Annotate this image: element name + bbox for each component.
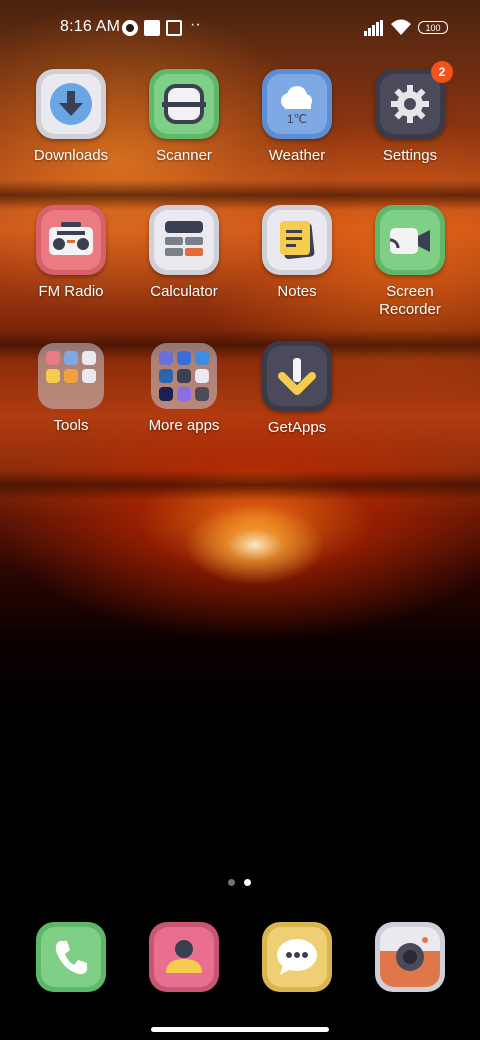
app-label: Notes [277, 283, 317, 300]
getapps-icon [262, 341, 332, 411]
notification-square-icon [144, 20, 160, 36]
page-indicator [228, 879, 258, 887]
dock-phone[interactable] [36, 922, 106, 992]
clock: 8:16 AM [60, 18, 121, 35]
dock-contacts[interactable] [149, 922, 219, 992]
app-label: Weather [268, 147, 326, 164]
app-label: Settings [382, 147, 438, 164]
app-label: FM Radio [38, 283, 104, 300]
app-notes[interactable]: Notes [241, 205, 353, 301]
calculator-icon [149, 205, 219, 275]
page-dot[interactable] [228, 879, 235, 886]
app-label: GetApps [267, 419, 327, 436]
app-getapps[interactable]: GetApps [241, 341, 353, 437]
download-icon [36, 69, 106, 139]
video-camera-icon [375, 205, 445, 275]
app-folder-tools[interactable]: Tools [15, 341, 127, 435]
app-label-line2: Recorder [379, 301, 441, 318]
battery-level: 100 [425, 23, 441, 33]
contacts-icon [149, 922, 219, 992]
app-label: Scanner [156, 147, 212, 164]
gear-icon: 2 [375, 61, 453, 139]
app-label: More apps [148, 417, 220, 434]
app-downloads[interactable]: Downloads [15, 69, 127, 165]
more-dots-icon: ·· [190, 16, 201, 33]
app-weather[interactable]: 1℃ Weather [241, 69, 353, 165]
messages-icon [262, 922, 332, 992]
phone-icon [36, 922, 106, 992]
folder-icon [38, 343, 104, 409]
page-dot-active[interactable] [244, 879, 251, 886]
signal-icon [364, 20, 386, 36]
weather-icon: 1℃ [262, 69, 332, 139]
weather-temp: 1℃ [286, 112, 308, 126]
app-settings[interactable]: 2 Settings [354, 61, 466, 165]
scanner-icon [149, 69, 219, 139]
notes-icon [262, 205, 332, 275]
wallpaper-cloud [0, 470, 480, 500]
app-label: Tools [53, 417, 89, 434]
folder-icon [151, 343, 217, 409]
notification-badge: 2 [431, 61, 453, 83]
app-fm-radio[interactable]: FM Radio [15, 205, 127, 301]
app-label: Downloads [33, 147, 109, 164]
radio-icon [36, 205, 106, 275]
app-calculator[interactable]: Calculator [128, 205, 240, 301]
app-label: Calculator [150, 283, 218, 300]
app-scanner[interactable]: Scanner [128, 69, 240, 165]
wifi-icon [391, 19, 411, 35]
data-saver-icon [122, 20, 138, 36]
app-label: Screen Recorder [354, 283, 466, 319]
dock-camera[interactable] [375, 922, 445, 992]
app-label-line1: Screen [386, 283, 434, 300]
home-gesture-bar[interactable] [151, 1027, 329, 1032]
app-folder-more-apps[interactable]: More apps [128, 341, 240, 435]
camera-icon [375, 922, 445, 992]
upload-icon [166, 20, 182, 36]
battery-icon: 100 [418, 21, 448, 34]
dock-messages[interactable] [262, 922, 332, 992]
status-bar: 8:16 AM ·· 100 [0, 14, 480, 42]
app-screen-recorder[interactable]: Screen Recorder [354, 205, 466, 319]
